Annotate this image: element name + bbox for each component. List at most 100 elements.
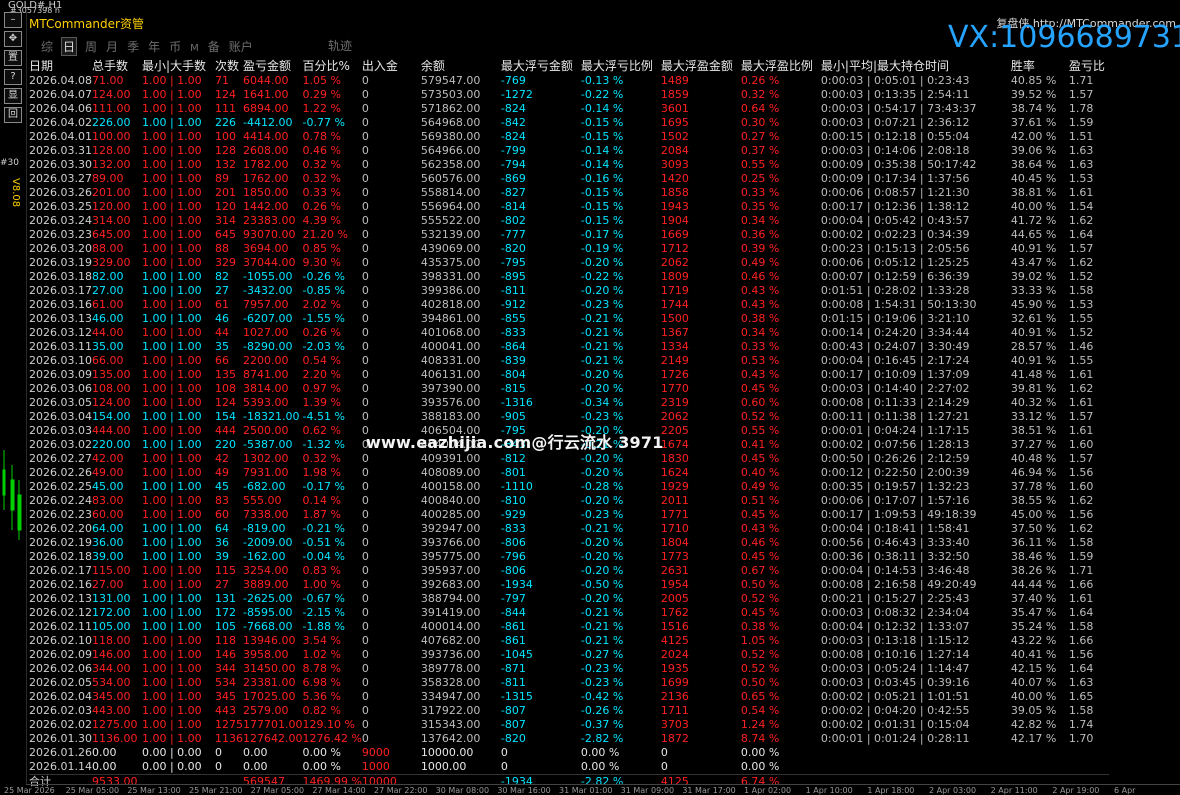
- tab-5[interactable]: 年: [147, 38, 161, 55]
- cell-mflp: -0.15 %: [580, 186, 624, 199]
- col-header-2[interactable]: 最小|大手数: [142, 57, 215, 74]
- tab-2[interactable]: 周: [84, 38, 98, 55]
- col-header-4[interactable]: 盈亏金额: [243, 57, 303, 74]
- cell-count: 146: [214, 648, 236, 661]
- table-row[interactable]: 2026.03.04 154.00 1.00 | 1.00 154 -18321.00-…: [29, 410, 1109, 424]
- table-row[interactable]: 2026.02.24 83.00 1.00 | 1.00 83 555.00 0.14 %…: [29, 494, 1109, 508]
- table-row[interactable]: 2026.03.10 66.00 1.00 | 1.00 66 2200.00 0.54 …: [29, 354, 1109, 368]
- table-row[interactable]: 2026.02.23 60.00 1.00 | 1.00 60 7338.00 1.87 …: [29, 508, 1109, 522]
- col-header-3[interactable]: 次数: [215, 57, 243, 74]
- table-row[interactable]: 2026.01.14 0.00 0.00 | 0.00 0 0.00 0.00 % 1000…: [29, 760, 1109, 775]
- toolbar-button-5[interactable]: 回: [4, 107, 22, 123]
- cell-count: 534: [214, 676, 236, 689]
- tab-8[interactable]: 备: [207, 38, 221, 55]
- table-row[interactable]: 2026.02.09 146.00 1.00 | 1.00 146 3958.00 1.0…: [29, 648, 1109, 662]
- table-row[interactable]: 2026.02.04 345.00 1.00 | 1.00 345 17025.00 5.…: [29, 690, 1109, 704]
- table-row[interactable]: 2026.02.06 344.00 1.00 | 1.00 344 31450.00 8.…: [29, 662, 1109, 676]
- toolbar-button-0[interactable]: –: [4, 12, 22, 28]
- table-row[interactable]: 2026.04.08 71.00 1.00 | 1.00 71 6044.00 1.05 …: [29, 74, 1109, 88]
- tab-track[interactable]: 轨迹: [328, 37, 352, 54]
- toolbar-button-3[interactable]: ?: [4, 69, 22, 85]
- toolbar-button-2[interactable]: 置: [4, 50, 22, 66]
- table-row[interactable]: 2026.04.01 100.00 1.00 | 1.00 100 4414.00 0.7…: [29, 130, 1109, 144]
- table-row[interactable]: 2026.01.26 0.00 0.00 | 0.00 0 0.00 0.00 % 9000…: [29, 746, 1109, 760]
- col-header-15[interactable]: 盈亏比: [1069, 57, 1109, 74]
- cell-mfl: -806: [500, 536, 526, 549]
- table-row[interactable]: 2026.03.25 120.00 1.00 | 1.00 120 1442.00 0.2…: [29, 200, 1109, 214]
- cell-pr: 1.70: [1068, 732, 1094, 745]
- tab-7[interactable]: M: [189, 43, 200, 54]
- table-row[interactable]: 2026.01.30 1136.00 1.00 | 1.00 1136 127642.0…: [29, 732, 1109, 746]
- col-header-12[interactable]: 最小|平均|最大持仓时间: [821, 57, 1011, 74]
- cell-date: 2026.03.06: [29, 382, 92, 395]
- cell-time: 0:00:12 | 0:22:50 | 2:00:39: [820, 466, 970, 479]
- cell-mfp: 1762: [660, 606, 689, 619]
- table-row[interactable]: 2026.02.13 131.00 1.00 | 1.00 131 -2625.00 -0…: [29, 592, 1109, 606]
- table-row[interactable]: 2026.02.18 39.00 1.00 | 1.00 39 -162.00 -0.04…: [29, 550, 1109, 564]
- table-row[interactable]: 2026.03.20 88.00 1.00 | 1.00 88 3694.00 0.85 …: [29, 242, 1109, 256]
- table-row[interactable]: 2026.03.23 645.00 1.00 | 1.00 645 93070.00 21…: [29, 228, 1109, 242]
- table-row[interactable]: 2026.02.05 534.00 1.00 | 1.00 534 23381.00 6.…: [29, 676, 1109, 690]
- table-row[interactable]: 2026.02.27 42.00 1.00 | 1.00 42 1302.00 0.32 …: [29, 452, 1109, 466]
- cell-pnl: -162.00: [242, 550, 286, 563]
- table-row[interactable]: 2026.03.31 128.00 1.00 | 1.00 128 2608.00 0.4…: [29, 144, 1109, 158]
- cell-pct: -0.85 %: [302, 284, 345, 297]
- table-row[interactable]: 2026.02.03 443.00 1.00 | 1.00 443 2579.00 0.8…: [29, 704, 1109, 718]
- table-row[interactable]: 2026.02.16 27.00 1.00 | 1.00 27 3889.00 1.00 …: [29, 578, 1109, 592]
- cell-bal: 408089.00: [420, 466, 481, 479]
- tab-9[interactable]: 账户: [228, 38, 254, 55]
- table-row[interactable]: 2026.04.02 226.00 1.00 | 1.00 226 -4412.00 -0…: [29, 116, 1109, 130]
- col-header-11[interactable]: 最大浮盈比例: [741, 57, 821, 74]
- table-row[interactable]: 2026.03.27 89.00 1.00 | 1.00 89 1762.00 0.32 …: [29, 172, 1109, 186]
- table-row[interactable]: 2026.02.11 105.00 1.00 | 1.00 105 -7668.00 -1…: [29, 620, 1109, 634]
- table-row[interactable]: 2026.03.06 108.00 1.00 | 1.00 108 3814.00 0.9…: [29, 382, 1109, 396]
- col-header-1[interactable]: 总手数: [92, 57, 142, 74]
- table-row[interactable]: 2026.03.30 132.00 1.00 | 1.00 132 1782.00 0.3…: [29, 158, 1109, 172]
- tab-1[interactable]: 日: [61, 37, 78, 56]
- tab-6[interactable]: 币: [168, 38, 182, 55]
- col-header-8[interactable]: 最大浮亏金额: [501, 57, 581, 74]
- table-row[interactable]: 2026.02.12 172.00 1.00 | 1.00 172 -8595.00 -2…: [29, 606, 1109, 620]
- col-header-14[interactable]: 胜率: [1011, 57, 1069, 74]
- table-row[interactable]: 2026.03.12 44.00 1.00 | 1.00 44 1027.00 0.26 …: [29, 326, 1109, 340]
- table-row[interactable]: 2026.03.26 201.00 1.00 | 1.00 201 1850.00 0.3…: [29, 186, 1109, 200]
- cell-mfl: -905: [500, 410, 526, 423]
- tab-0[interactable]: 综: [40, 38, 54, 55]
- table-row[interactable]: 2026.03.18 82.00 1.00 | 1.00 82 -1055.00 -0.2…: [29, 270, 1109, 284]
- toolbar-button-1[interactable]: ✥: [4, 31, 22, 47]
- table-row[interactable]: 2026.02.25 45.00 1.00 | 1.00 45 -682.00 -0.17…: [29, 480, 1109, 494]
- col-header-7[interactable]: 余额: [421, 57, 501, 74]
- toolbar-button-4[interactable]: 显: [4, 88, 22, 104]
- col-header-6[interactable]: 出入金: [362, 57, 421, 74]
- col-header-5[interactable]: 百分比%: [302, 57, 361, 74]
- table-row[interactable]: 2026.02.10 118.00 1.00 | 1.00 118 13946.00 3.…: [29, 634, 1109, 648]
- cell-win: 37.27 %: [1010, 438, 1057, 451]
- table-row[interactable]: 2026.02.20 64.00 1.00 | 1.00 64 -819.00 -0.21…: [29, 522, 1109, 536]
- table-row[interactable]: 2026.02.17 115.00 1.00 | 1.00 115 3254.00 0.8…: [29, 564, 1109, 578]
- table-row[interactable]: 2026.03.13 46.00 1.00 | 1.00 46 -6207.00 -1.5…: [29, 312, 1109, 326]
- cell-pct: -1.88 %: [302, 620, 345, 633]
- cell-mfp: 2062: [660, 256, 689, 269]
- cell-count: 45: [214, 480, 229, 493]
- table-row[interactable]: 2026.03.09 135.00 1.00 | 1.00 135 8741.00 2.2…: [29, 368, 1109, 382]
- cell-dep: 0: [361, 522, 369, 535]
- col-header-9[interactable]: 最大浮亏比例: [581, 57, 661, 74]
- table-row[interactable]: 2026.03.19 329.00 1.00 | 1.00 329 37044.00 9.…: [29, 256, 1109, 270]
- table-row[interactable]: 2026.04.06 111.00 1.00 | 1.00 111 6894.00 1.2…: [29, 102, 1109, 116]
- cell-dep: 0: [361, 704, 369, 717]
- cell-minmax: 1.00 | 1.00: [141, 410, 202, 423]
- table-row[interactable]: 2026.03.17 27.00 1.00 | 1.00 27 -3432.00 -0.8…: [29, 284, 1109, 298]
- table-row[interactable]: 2026.03.16 61.00 1.00 | 1.00 61 7957.00 2.02 …: [29, 298, 1109, 312]
- table-row[interactable]: 2026.03.11 35.00 1.00 | 1.00 35 -8290.00 -2.0…: [29, 340, 1109, 354]
- table-row[interactable]: 2026.04.07 124.00 1.00 | 1.00 124 1641.00 0.2…: [29, 88, 1109, 102]
- tab-4[interactable]: 季: [126, 38, 140, 55]
- cell-dep: 0: [361, 88, 369, 101]
- tab-3[interactable]: 月: [105, 38, 119, 55]
- table-row[interactable]: 2026.02.26 49.00 1.00 | 1.00 49 7931.00 1.98 …: [29, 466, 1109, 480]
- table-row[interactable]: 2026.02.19 36.00 1.00 | 1.00 36 -2009.00 -0.5…: [29, 536, 1109, 550]
- table-row[interactable]: 2026.02.02 1275.00 1.00 | 1.00 1275 177701.0…: [29, 718, 1109, 732]
- table-row[interactable]: 2026.03.05 124.00 1.00 | 1.00 124 5393.00 1.3…: [29, 396, 1109, 410]
- col-header-10[interactable]: 最大浮盈金额: [661, 57, 741, 74]
- col-header-0[interactable]: 日期: [29, 57, 92, 74]
- table-row[interactable]: 2026.03.24 314.00 1.00 | 1.00 314 23383.00 4.…: [29, 214, 1109, 228]
